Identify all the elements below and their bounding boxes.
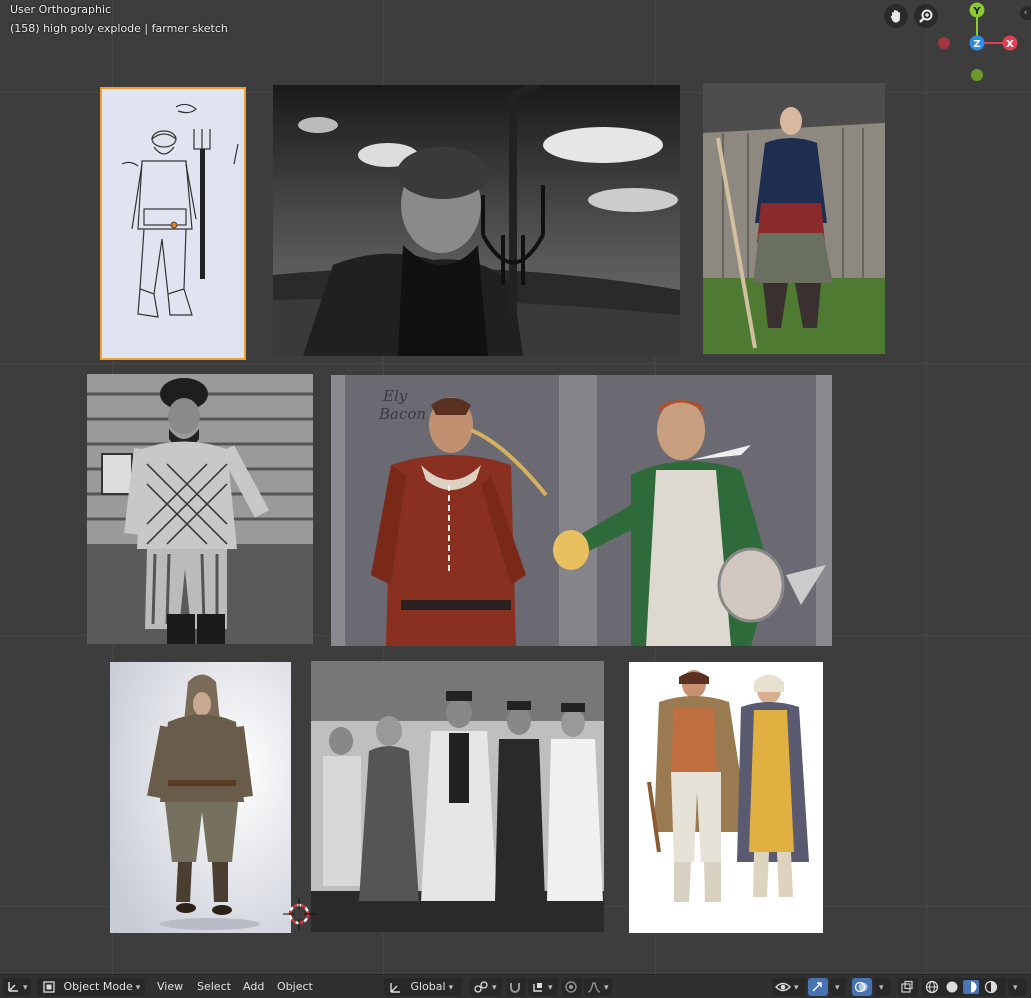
axes-icon — [8, 982, 18, 992]
hand-icon — [890, 10, 900, 23]
3d-viewport[interactable]: User Orthographic (158) high poly explod… — [0, 0, 1031, 974]
mode-label: Object Mode — [63, 980, 133, 993]
shading-mode-group — [922, 978, 1006, 996]
grid-line — [0, 363, 1031, 364]
pan-view-button[interactable] — [884, 4, 908, 28]
transform-orientation-selector[interactable]: Global ▾ — [384, 978, 462, 996]
sketch-annotation-line-1: Ely — [382, 387, 408, 405]
neg-x-axis-handle[interactable] — [938, 37, 950, 49]
sketch-annotation-line-2: Bacon — [378, 405, 426, 423]
image-old-man-pitchfork[interactable] — [273, 85, 680, 356]
3d-cursor[interactable] — [283, 898, 315, 930]
chevron-down-icon: ▾ — [835, 983, 840, 993]
chevron-down-icon: ▾ — [604, 983, 609, 993]
pivot-icon — [474, 981, 488, 993]
pivot-point-selector[interactable]: ▾ — [470, 978, 502, 996]
photo-bw-group — [311, 661, 604, 932]
gizmo-toggle[interactable] — [808, 978, 828, 996]
orientation-label: Global — [410, 980, 446, 993]
navigation-gizmo[interactable]: Y Z X — [930, 0, 1030, 90]
chevron-down-icon: ▾ — [1013, 983, 1018, 993]
image-hooded-costume[interactable] — [110, 662, 291, 933]
chevron-down-icon: ▾ — [135, 983, 141, 993]
visibility-selector[interactable]: ▾ — [772, 978, 806, 996]
gizmo-icon — [812, 982, 822, 992]
falloff-curve-icon — [587, 982, 601, 993]
neg-y-axis-handle[interactable] — [971, 69, 983, 81]
overlays-icon — [854, 981, 868, 993]
chevron-down-icon: ▾ — [448, 983, 454, 993]
snap-increment-icon — [533, 983, 542, 992]
object-info-label: (158) high poly explode | farmer sketch — [10, 22, 228, 35]
menu-object[interactable]: Object — [273, 978, 317, 996]
material-shading-icon — [965, 981, 977, 993]
shading-options-dropdown[interactable]: ▾ — [1008, 978, 1026, 996]
sketch-drawing — [102, 89, 244, 358]
solid-shading-icon[interactable] — [944, 980, 960, 994]
image-illustrated-couple[interactable] — [629, 662, 823, 933]
xray-toggle[interactable] — [898, 978, 918, 996]
overlays-toggle[interactable] — [852, 978, 872, 996]
y-axis-label: Y — [972, 6, 981, 17]
xray-icon — [901, 980, 913, 993]
x-axis-label: X — [1006, 39, 1014, 50]
orientation-icon — [390, 983, 400, 993]
proportional-editing-toggle[interactable] — [562, 978, 582, 996]
concept-painting: Ely Bacon — [331, 375, 832, 646]
chevron-down-icon: ▾ — [794, 983, 799, 993]
image-farmer-sketch[interactable] — [100, 87, 246, 360]
photo-hooded — [110, 662, 291, 933]
overlays-options-dropdown[interactable]: ▾ — [874, 978, 890, 996]
chevron-down-icon: ▾ — [492, 983, 497, 993]
viewport-header: ▾ Object Mode ▾ View Select Add Object Gl… — [0, 974, 1031, 998]
gizmo-options-dropdown[interactable]: ▾ — [830, 978, 846, 996]
image-medieval-costume-man[interactable] — [703, 83, 885, 354]
rendered-shading-icon[interactable] — [983, 980, 999, 994]
photo-costume — [703, 83, 885, 354]
grid-line — [926, 0, 927, 974]
image-peasant-sweater[interactable] — [87, 374, 313, 644]
chevron-down-icon: ▾ — [879, 983, 884, 993]
illustration-couple — [629, 662, 823, 933]
snap-target-selector[interactable]: ▾ — [528, 978, 558, 996]
sidebar-toggle[interactable]: ‹ — [1020, 6, 1031, 20]
menu-add[interactable]: Add — [239, 978, 268, 996]
chevron-down-icon: ▾ — [548, 983, 553, 993]
chevron-down-icon: ▾ — [23, 983, 28, 993]
menu-view[interactable]: View — [153, 978, 187, 996]
z-axis-label: Z — [973, 39, 980, 50]
view-name-label: User Orthographic — [10, 3, 112, 16]
photo-bw — [273, 85, 680, 356]
magnet-icon — [510, 983, 520, 993]
photo-bw-peasant — [87, 374, 313, 644]
image-villagers-group[interactable] — [311, 661, 604, 932]
proportional-falloff-selector[interactable]: ▾ — [584, 978, 612, 996]
menu-select[interactable]: Select — [193, 978, 235, 996]
mode-selector[interactable]: Object Mode ▾ — [37, 978, 145, 996]
material-preview-shading-button[interactable] — [963, 980, 979, 994]
wireframe-shading-icon[interactable] — [924, 980, 940, 994]
proportional-icon — [565, 981, 577, 993]
eye-icon — [775, 982, 791, 992]
editor-type-button[interactable]: ▾ — [3, 978, 31, 996]
snap-toggle[interactable] — [506, 978, 526, 996]
object-mode-icon — [43, 981, 55, 993]
image-concept-art[interactable]: Ely Bacon — [331, 375, 832, 646]
